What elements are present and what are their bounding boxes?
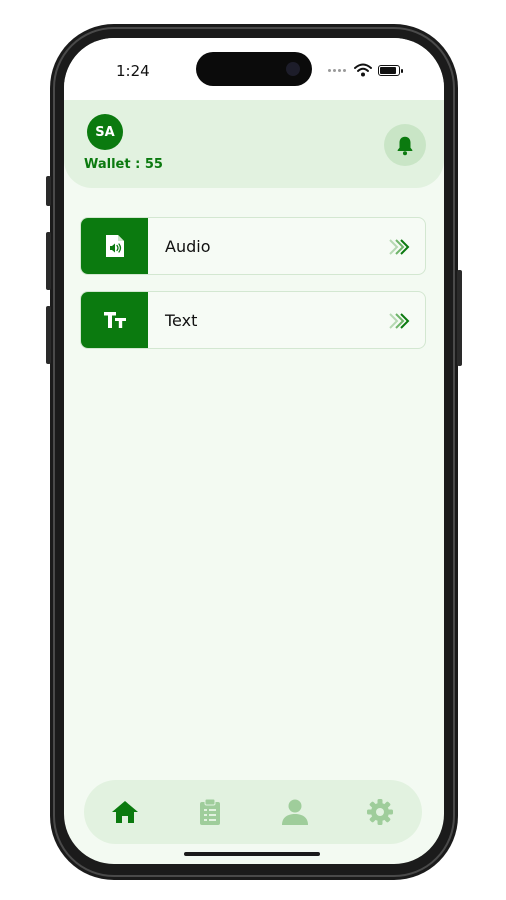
avatar[interactable]: SA [87, 114, 123, 150]
notification-button[interactable] [384, 124, 426, 166]
dynamic-island [196, 52, 312, 86]
card-icon-box [81, 218, 148, 274]
double-chevron-right-icon [389, 239, 410, 255]
wifi-icon [354, 63, 372, 77]
battery-icon [378, 65, 400, 76]
option-audio[interactable]: Audio [80, 217, 426, 275]
status-icons [328, 63, 412, 78]
status-time: 1:24 [116, 62, 150, 80]
bell-icon [397, 136, 413, 156]
clipboard-icon [200, 798, 220, 825]
side-button-mute [46, 176, 51, 206]
home-icon [112, 801, 138, 823]
text-format-icon [103, 312, 126, 328]
nav-settings[interactable] [364, 796, 396, 828]
side-button-volume-down [46, 306, 51, 364]
camera-icon [286, 62, 300, 76]
card-icon-box [81, 292, 148, 348]
side-button-volume-up [46, 232, 51, 290]
wallet-balance: Wallet : 55 [84, 157, 163, 172]
app-header: SA Wallet : 55 [64, 100, 444, 188]
battery-tip [401, 69, 403, 73]
option-text[interactable]: Text [80, 291, 426, 349]
option-label: Audio [165, 236, 211, 256]
nav-profile[interactable] [279, 796, 311, 828]
app-screen: 1:24 SA Wallet : 55 Audio Text [64, 38, 444, 864]
signal-dots-icon [328, 69, 346, 73]
nav-tasks[interactable] [194, 796, 226, 828]
side-button-power [457, 270, 462, 366]
audio-file-icon [105, 235, 124, 257]
option-label: Text [165, 310, 198, 330]
person-icon [282, 799, 308, 825]
avatar-initials: SA [95, 124, 115, 140]
gear-icon [367, 799, 393, 825]
double-chevron-right-icon [389, 313, 410, 329]
home-indicator [184, 852, 320, 856]
status-bar: 1:24 [64, 38, 444, 100]
nav-home[interactable] [109, 796, 141, 828]
bottom-navigation [84, 780, 422, 844]
